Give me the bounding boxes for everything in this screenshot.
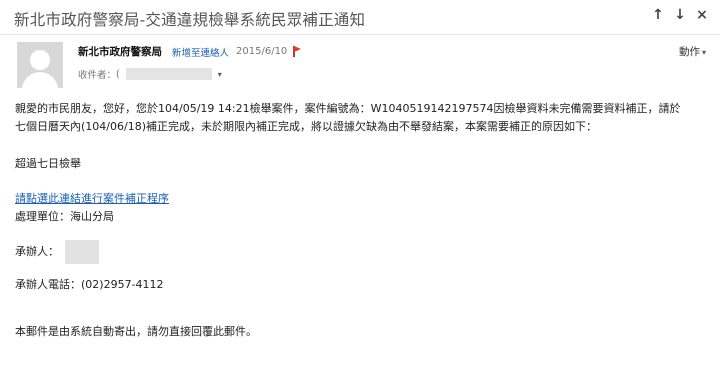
body-line-2: 七個日曆天內(104/06/18)補正完成，未於期限內補正完成，將以證據欠缺為由… [15,120,597,133]
recipient-line: 收件者： ( ▾ [78,67,222,81]
message-date: 2015/6/10 [236,46,288,57]
add-to-contacts-link[interactable]: 新增至連絡人 [172,45,229,59]
previous-message-icon[interactable]: ↑ [652,7,664,23]
email-subject: 新北市政府警察局-交通違規檢舉系統民眾補正通知 [14,11,366,29]
handler-line: 承辦人： [15,240,99,264]
avatar [17,42,63,88]
sender-name[interactable]: 新北市政府警察局 [78,44,162,59]
recipient-redacted [125,68,212,80]
expand-recipients-icon[interactable]: ▾ [218,70,222,79]
reason-text: 超過七日檢舉 [15,157,81,170]
avatar-body [22,72,58,88]
recipient-label: 收件者： [78,70,117,81]
close-icon[interactable]: × [696,7,708,23]
handler-label: 承辦人： [15,245,59,258]
chevron-down-icon: ▾ [701,48,706,57]
handler-phone: 承辦人電話：(02)2957-4112 [15,278,164,291]
flag-cloth [294,46,302,52]
subject-bar: 新北市政府警察局-交通違規檢舉系統民眾補正通知 ↑ ↓ × [0,0,720,35]
message-nav: ↑ ↓ × [652,7,708,23]
body-line-1: 親愛的市民朋友，您好，您於104/05/19 14:21檢舉案件，案件編號為：W… [15,102,681,115]
handler-redacted [65,240,99,264]
auto-mail-notice: 本郵件是由系統自動寄出，請勿直接回覆此郵件。 [15,325,257,338]
actions-label: 動作 [678,46,700,58]
flag-icon[interactable] [292,46,302,57]
handling-unit: 處理單位：海山分局 [15,210,114,223]
recipient-prefix: ( [116,68,120,80]
message-header: 新北市政府警察局 新增至連絡人 2015/6/10 收件者： ( ▾ 動作 ▾ [0,35,720,91]
correction-link[interactable]: 請點選此連結進行案件補正程序 [15,190,169,208]
avatar-head [30,50,50,70]
next-message-icon[interactable]: ↓ [674,7,686,23]
sender-line: 新北市政府警察局 新增至連絡人 2015/6/10 [78,44,302,59]
actions-menu-button[interactable]: 動作 ▾ [679,44,706,59]
